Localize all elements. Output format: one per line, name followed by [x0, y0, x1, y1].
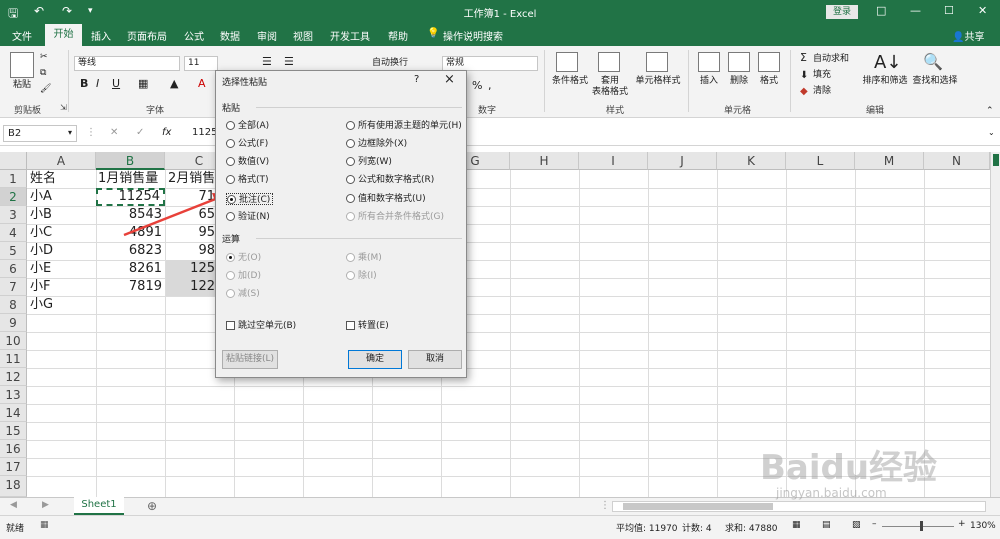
radio-icon	[226, 121, 235, 130]
radio-icon	[346, 157, 355, 166]
new-sheet-button[interactable]: ⊕	[147, 499, 157, 513]
zoom-in-icon[interactable]: +	[958, 519, 966, 529]
radio-icon	[346, 253, 355, 262]
macro-record-icon[interactable]: ▦	[40, 520, 49, 530]
zoom-slider[interactable]	[882, 526, 954, 527]
radio-selected-icon	[227, 195, 236, 204]
transpose-checkbox[interactable]: 转置(E)	[346, 320, 389, 332]
radio-icon	[346, 121, 355, 130]
status-bar: 就绪 ▦ 平均值: 11970 计数: 4 求和: 47880 ▦ ▤ ▧ – …	[0, 515, 1000, 539]
page-layout-view-icon[interactable]: ▤	[822, 520, 831, 530]
zoom-level[interactable]: 130%	[970, 521, 996, 531]
paste-opt-all[interactable]: 全部(A)	[226, 120, 269, 132]
radio-icon	[346, 139, 355, 148]
operation-section-label: 运算	[222, 235, 241, 245]
status-count: 计数: 4	[682, 524, 712, 534]
divider	[256, 107, 462, 108]
watermark-url: jingyan.baidu.com	[776, 486, 887, 500]
tab-split-icon[interactable]: ⋮	[600, 500, 610, 511]
zoom-slider-thumb[interactable]	[920, 521, 923, 531]
radio-icon	[226, 175, 235, 184]
op-none: 无(O)	[226, 252, 261, 264]
radio-selected-icon	[226, 253, 235, 262]
paste-opt-comments[interactable]: 批注(C)	[226, 193, 274, 205]
op-divide: 除(I)	[346, 270, 377, 282]
cancel-button[interactable]: 取消	[408, 350, 462, 369]
divider	[256, 238, 462, 239]
sheet-tab-sheet1[interactable]: Sheet1	[74, 497, 124, 515]
radio-icon	[346, 194, 355, 203]
checkbox-icon	[226, 321, 235, 330]
paste-opt-values-number-formats[interactable]: 值和数字格式(U)	[346, 193, 426, 205]
dialog-title: 选择性粘贴	[222, 78, 268, 88]
paste-opt-formulas-number-formats[interactable]: 公式和数字格式(R)	[346, 174, 434, 186]
paste-opt-source-theme[interactable]: 所有使用源主题的单元(H)	[346, 120, 462, 132]
dialog-close-button[interactable]: ×	[444, 72, 455, 87]
radio-icon	[226, 289, 235, 298]
next-sheet-icon[interactable]: ▶	[42, 500, 49, 510]
zoom-out-icon[interactable]: –	[872, 519, 877, 529]
arrow-shaft	[123, 196, 219, 237]
h-scroll-thumb[interactable]	[623, 503, 773, 510]
paste-opt-validation[interactable]: 验证(N)	[226, 211, 270, 223]
status-sum: 求和: 47880	[725, 524, 778, 534]
ok-button[interactable]: 确定	[348, 350, 402, 369]
paste-opt-values[interactable]: 数值(V)	[226, 156, 269, 168]
paste-section-label: 粘贴	[222, 104, 241, 114]
paste-link-button[interactable]: 粘贴链接(L)	[222, 350, 278, 369]
op-add: 加(D)	[226, 270, 261, 282]
radio-icon	[226, 271, 235, 280]
prev-sheet-icon[interactable]: ◀	[10, 500, 17, 510]
help-button[interactable]: ?	[414, 74, 419, 85]
skip-blanks-checkbox[interactable]: 跳过空单元(B)	[226, 320, 296, 332]
paste-opt-formulas[interactable]: 公式(F)	[226, 138, 268, 150]
radio-icon	[226, 212, 235, 221]
radio-icon	[346, 175, 355, 184]
paste-opt-merge-conditional: 所有合并条件格式(G)	[346, 211, 444, 223]
watermark-logo: Baidu经验	[760, 448, 938, 488]
horizontal-scrollbar[interactable]	[612, 501, 986, 512]
op-subtract: 减(S)	[226, 288, 260, 300]
radio-icon	[226, 139, 235, 148]
paste-opt-column-widths[interactable]: 列宽(W)	[346, 156, 392, 168]
paste-opt-formats[interactable]: 格式(T)	[226, 174, 269, 186]
paste-special-dialog: 选择性粘贴 ? × 粘贴 全部(A) 公式(F) 数值(V) 格式(T) 批注(…	[215, 70, 467, 378]
paste-opt-no-borders[interactable]: 边框除外(X)	[346, 138, 407, 150]
status-mode: 就绪	[6, 524, 25, 534]
op-multiply: 乘(M)	[346, 252, 382, 264]
radio-icon	[346, 271, 355, 280]
radio-icon	[226, 157, 235, 166]
radio-icon	[346, 212, 355, 221]
page-break-view-icon[interactable]: ▧	[852, 520, 861, 530]
checkbox-icon	[346, 321, 355, 330]
normal-view-icon[interactable]: ▦	[792, 520, 801, 530]
status-average: 平均值: 11970	[616, 524, 678, 534]
